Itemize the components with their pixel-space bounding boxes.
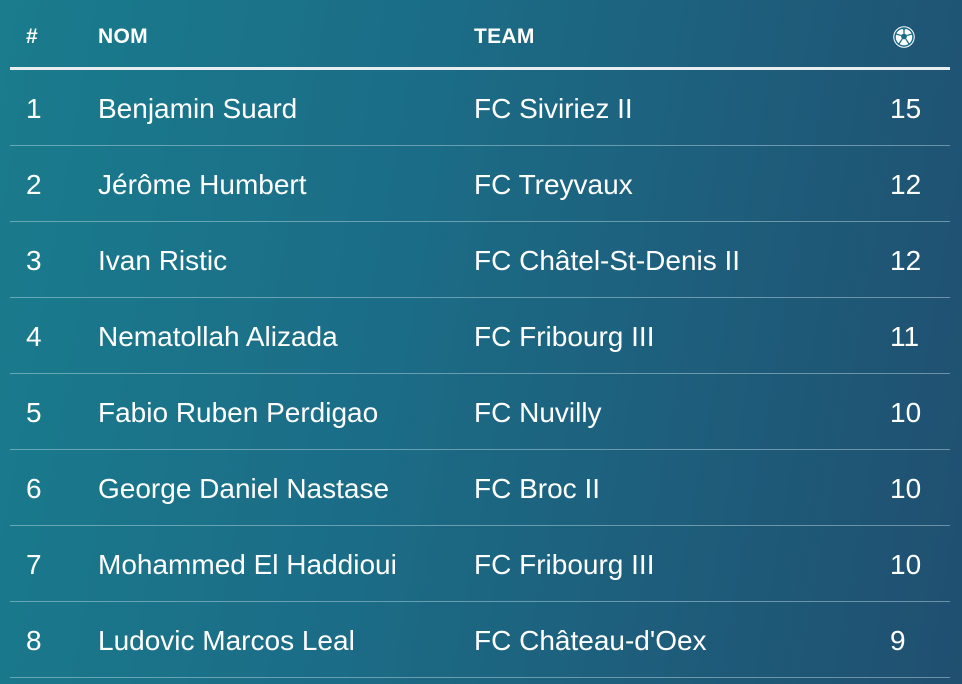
scorers-table: # NOM TEAM 1 Benjamin Suard FC Siviriez II… [10,0,950,678]
column-header-name: NOM [98,25,148,48]
table-header: # NOM TEAM [10,0,950,70]
player-name-cell: George Daniel Nastase [98,473,390,504]
team-name-cell: FC Fribourg III [474,549,655,580]
team-name-cell: FC Fribourg III [474,321,655,352]
player-name-cell: Jérôme Humbert [98,169,307,200]
goals-cell: 9 [890,625,906,656]
table-row: 8 Ludovic Marcos Leal FC Château-d'Oex 9 [10,602,950,678]
rank-cell: 1 [26,93,42,124]
player-name-cell: Benjamin Suard [98,93,298,124]
table-row: 4 Nematollah Alizada FC Fribourg III 11 [10,298,950,374]
table-row: 5 Fabio Ruben Perdigao FC Nuvilly 10 [10,374,950,450]
team-name-cell: FC Siviriez II [474,93,633,124]
player-name-cell: Ivan Ristic [98,245,228,276]
rank-cell: 4 [26,321,42,352]
table-row: 1 Benjamin Suard FC Siviriez II 15 [10,70,950,146]
goals-cell: 12 [890,169,922,200]
rank-cell: 5 [26,397,42,428]
goals-cell: 15 [890,93,922,124]
team-name-cell: FC Nuvilly [474,397,602,428]
player-name-cell: Mohammed El Haddioui [98,549,397,580]
column-header-team: TEAM [474,25,535,48]
player-name-cell: Nematollah Alizada [98,321,338,352]
team-name-cell: FC Treyvaux [474,169,633,200]
team-name-cell: FC Broc II [474,473,601,504]
soccer-ball-icon [892,25,916,49]
goals-cell: 11 [890,321,920,352]
goals-cell: 10 [890,473,922,504]
goals-cell: 10 [890,397,922,428]
goals-cell: 10 [890,549,922,580]
table-row: 7 Mohammed El Haddioui FC Fribourg III 10 [10,526,950,602]
rank-cell: 7 [26,549,42,580]
rank-cell: 3 [26,245,42,276]
column-header-rank: # [26,25,38,48]
table-row: 3 Ivan Ristic FC Châtel-St-Denis II 12 [10,222,950,298]
team-name-cell: FC Châtel-St-Denis II [474,245,741,276]
player-name-cell: Fabio Ruben Perdigao [98,397,379,428]
goals-cell: 12 [890,245,922,276]
rank-cell: 8 [26,625,42,656]
player-name-cell: Ludovic Marcos Leal [98,625,355,656]
rank-cell: 2 [26,169,42,200]
table-body: 1 Benjamin Suard FC Siviriez II 15 2 Jérôme H… [10,70,950,678]
rank-cell: 6 [26,473,42,504]
table-row: 6 George Daniel Nastase FC Broc II 10 [10,450,950,526]
team-name-cell: FC Château-d'Oex [474,625,707,656]
table-row: 2 Jérôme Humbert FC Treyvaux 12 [10,146,950,222]
